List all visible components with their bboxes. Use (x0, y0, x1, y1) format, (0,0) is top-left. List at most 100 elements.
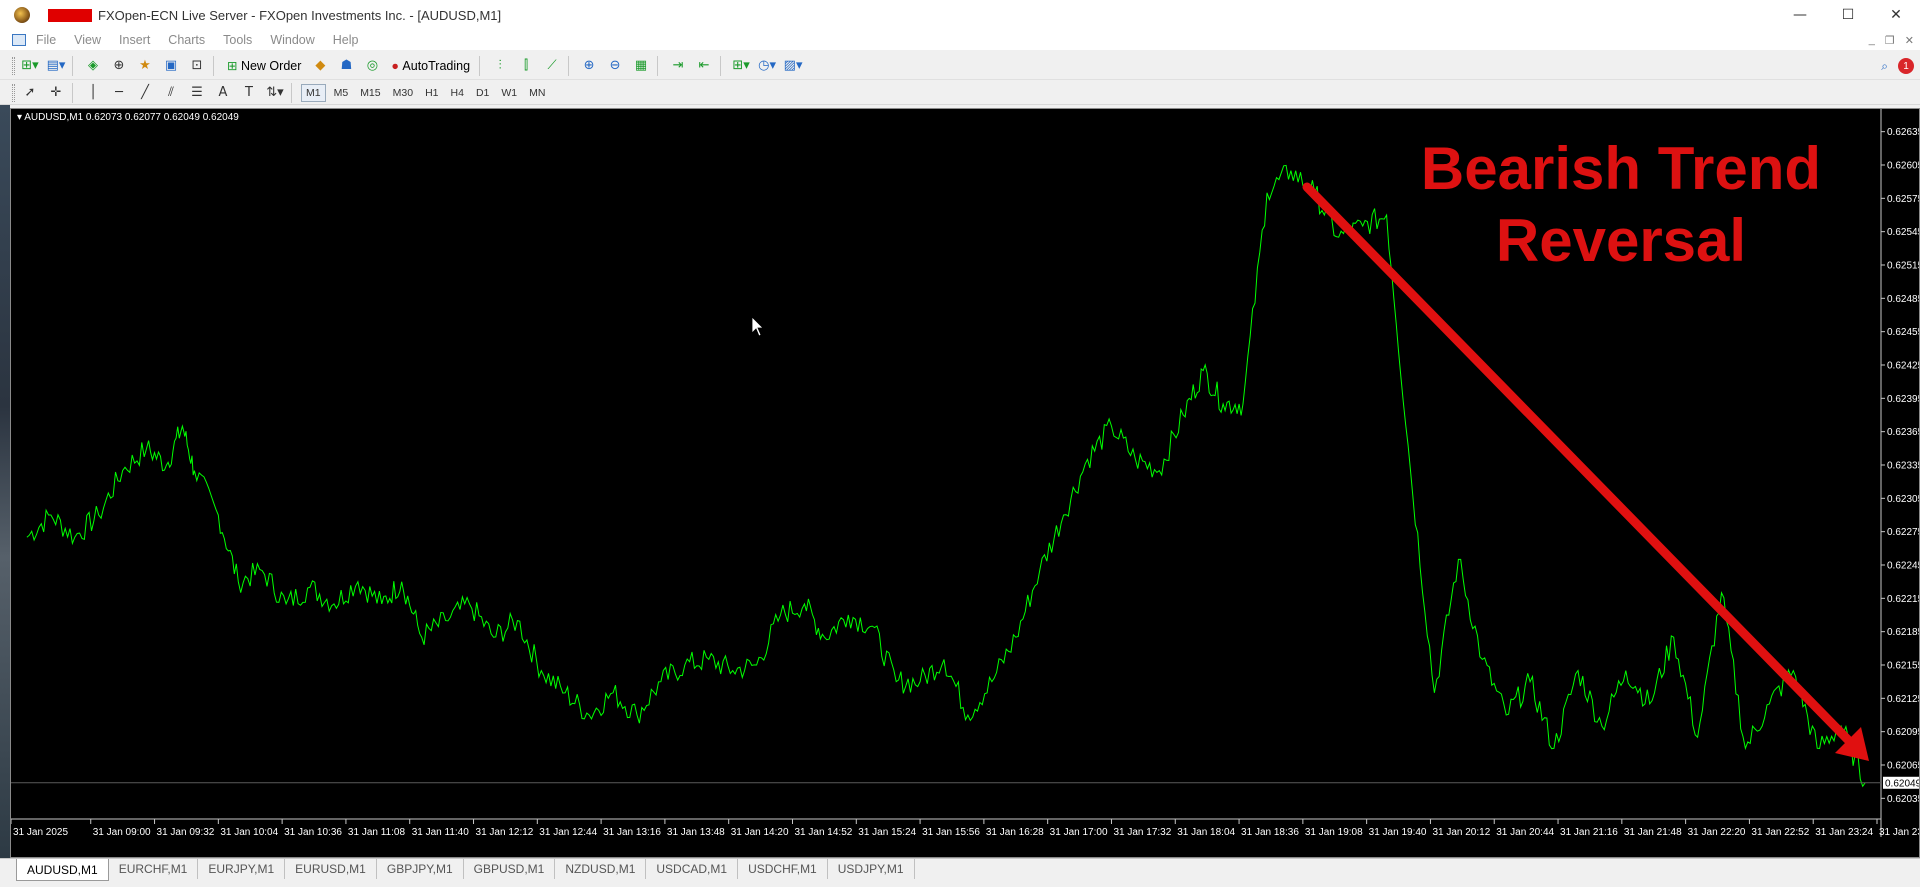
terminal-icon[interactable]: ▣ (160, 55, 182, 77)
y-tick-label: 0.62605 (1887, 161, 1920, 172)
notification-badge[interactable]: 1 (1898, 58, 1914, 74)
standard-toolbar: ⊞▾ ▤▾ ◈ ⊕ ★ ▣ ⊡ ⊞ New Order ◆ ☗ ◎ ● Auto… (0, 52, 1920, 80)
chart-window-icon[interactable] (12, 34, 26, 46)
menu-window[interactable]: Window (270, 33, 314, 47)
y-tick-label: 0.62215 (1887, 594, 1920, 605)
metaeditor-icon[interactable]: ◆ (309, 55, 331, 77)
data-window-icon[interactable]: ⊕ (108, 55, 130, 77)
indicators-icon[interactable]: ⊞▾ (730, 55, 752, 77)
redacted-account-label (48, 8, 92, 22)
search-icon[interactable]: ⌕ (1881, 59, 1888, 74)
maximize-button[interactable]: ☐ (1824, 0, 1872, 30)
templates-icon[interactable]: ▨▾ (782, 55, 804, 77)
x-tick-label: 31 Jan 14:52 (794, 827, 852, 838)
desktop-strip (0, 105, 10, 858)
chart-tab-audusd-m1[interactable]: AUDUSD,M1 (16, 859, 109, 881)
minimize-button[interactable]: — (1776, 0, 1824, 30)
new-order-button[interactable]: ⊞ New Order (223, 55, 305, 77)
crosshair-icon[interactable]: ✛ (45, 82, 67, 104)
zoom-out-icon[interactable]: ⊖ (604, 55, 626, 77)
window-title: FXOpen-ECN Live Server - FXOpen Investme… (98, 7, 502, 23)
x-tick-label: 31 Jan 17:00 (1050, 827, 1108, 838)
bar-chart-icon[interactable]: ⫶ (489, 55, 511, 77)
line-chart-icon[interactable]: ⟋ (541, 55, 563, 77)
cursor-icon[interactable]: ➚ (19, 82, 41, 104)
menu-help[interactable]: Help (333, 33, 359, 47)
close-button[interactable]: ✕ (1872, 0, 1920, 30)
y-tick-label: 0.62245 (1887, 561, 1920, 572)
chart-tab-eurusd-m1[interactable]: EURUSD,M1 (285, 859, 377, 879)
timeframe-mn[interactable]: MN (525, 84, 549, 102)
y-tick-label: 0.62485 (1887, 294, 1920, 305)
timeframe-h1[interactable]: H1 (421, 84, 442, 102)
x-tick-label: 31 Jan 17:32 (1113, 827, 1171, 838)
x-tick-label: 31 Jan 15:56 (922, 827, 980, 838)
strategy-tester-icon[interactable]: ⊡ (186, 55, 208, 77)
mdi-restore-icon[interactable]: ❐ (1885, 34, 1895, 47)
toolbar-grip-2[interactable] (12, 83, 15, 102)
x-tick-label: 31 Jan 2025 (13, 827, 68, 838)
x-tick-label: 31 Jan 10:04 (220, 827, 278, 838)
auto-scroll-icon[interactable]: ⇥ (667, 55, 689, 77)
x-tick-label: 31 Jan 13:16 (603, 827, 661, 838)
text-icon[interactable]: A (212, 82, 234, 104)
tile-windows-icon[interactable]: ▦ (630, 55, 652, 77)
mdi-close-icon[interactable]: ✕ (1905, 34, 1914, 47)
chart-window[interactable]: 0.62635 0.62605 0.62575 0.62545 0.62515 0.624… (10, 108, 1920, 858)
chart-shift-icon[interactable]: ⇤ (693, 55, 715, 77)
timeframe-m15[interactable]: M15 (356, 84, 384, 102)
menu-tools[interactable]: Tools (223, 33, 252, 47)
menu-charts[interactable]: Charts (168, 33, 205, 47)
timeframe-h4[interactable]: H4 (447, 84, 468, 102)
chart-tab-eurjpy-m1[interactable]: EURJPY,M1 (198, 859, 286, 879)
horizontal-line-icon[interactable]: ─ (108, 82, 130, 104)
zoom-in-icon[interactable]: ⊕ (578, 55, 600, 77)
chart-tab-usdchf-m1[interactable]: USDCHF,M1 (738, 859, 828, 879)
new-order-icon: ⊞ (227, 59, 241, 73)
x-tick-label: 31 Jan 11:40 (412, 827, 470, 838)
market-watch-icon[interactable]: ◈ (82, 55, 104, 77)
x-tick-label: 31 Jan 18:04 (1177, 827, 1235, 838)
text-label-icon[interactable]: T (238, 82, 260, 104)
menu-view[interactable]: View (74, 33, 101, 47)
timeframe-d1[interactable]: D1 (472, 84, 493, 102)
y-tick-label: 0.62545 (1887, 227, 1920, 238)
menu-file[interactable]: File (36, 33, 56, 47)
chart-tab-gbpjpy-m1[interactable]: GBPJPY,M1 (377, 859, 464, 879)
timeframe-m5[interactable]: M5 (330, 84, 353, 102)
vertical-line-icon[interactable]: │ (82, 82, 104, 104)
title-bar: FXOpen-ECN Live Server - FXOpen Investme… (0, 0, 1920, 30)
timeframe-m30[interactable]: M30 (389, 84, 417, 102)
autotrading-icon: ● (391, 58, 403, 73)
candlestick-icon[interactable]: ⫿ (515, 55, 537, 77)
chart-tab-usdcad-m1[interactable]: USDCAD,M1 (646, 859, 739, 879)
mdi-minimize-icon[interactable]: _ (1869, 34, 1875, 46)
chart-tab-gbpusd-m1[interactable]: GBPUSD,M1 (464, 859, 556, 879)
app-logo-icon (14, 7, 30, 23)
chart-tabs: AUDUSD,M1 EURCHF,M1 EURJPY,M1 EURUSD,M1 GBPJ… (0, 858, 1920, 887)
equidistant-channel-icon[interactable]: ⫽ (160, 82, 182, 104)
chart-tab-nzdusd-m1[interactable]: NZDUSD,M1 (555, 859, 647, 879)
x-tick-label: 31 Jan 09:00 (93, 827, 151, 838)
chart-tab-eurchf-m1[interactable]: EURCHF,M1 (109, 859, 199, 879)
profiles-icon[interactable]: ▤▾ (45, 55, 67, 77)
arrows-icon[interactable]: ⇅▾ (264, 82, 286, 104)
autotrading-button[interactable]: ● AutoTrading (387, 55, 474, 77)
new-chart-icon[interactable]: ⊞▾ (19, 55, 41, 77)
toolbar-grip[interactable] (12, 56, 15, 75)
timeframe-w1[interactable]: W1 (497, 84, 521, 102)
x-tick-label: 31 Jan 13:48 (667, 827, 725, 838)
y-tick-label: 0.62455 (1887, 327, 1920, 338)
fibonacci-icon[interactable]: ☰ (186, 82, 208, 104)
menu-insert[interactable]: Insert (119, 33, 150, 47)
y-tick-label: 0.62635 (1887, 127, 1920, 138)
timeframe-m1[interactable]: M1 (301, 83, 326, 102)
navigator-icon[interactable]: ★ (134, 55, 156, 77)
signals-icon[interactable]: ☗ (335, 55, 357, 77)
x-tick-label: 31 Jan 09:32 (157, 827, 215, 838)
trendline-icon[interactable]: ╱ (134, 82, 156, 104)
x-tick-label: 31 Jan 19:08 (1305, 827, 1363, 838)
periods-icon[interactable]: ◷▾ (756, 55, 778, 77)
community-icon[interactable]: ◎ (361, 55, 383, 77)
chart-tab-usdjpy-m1[interactable]: USDJPY,M1 (828, 859, 915, 879)
